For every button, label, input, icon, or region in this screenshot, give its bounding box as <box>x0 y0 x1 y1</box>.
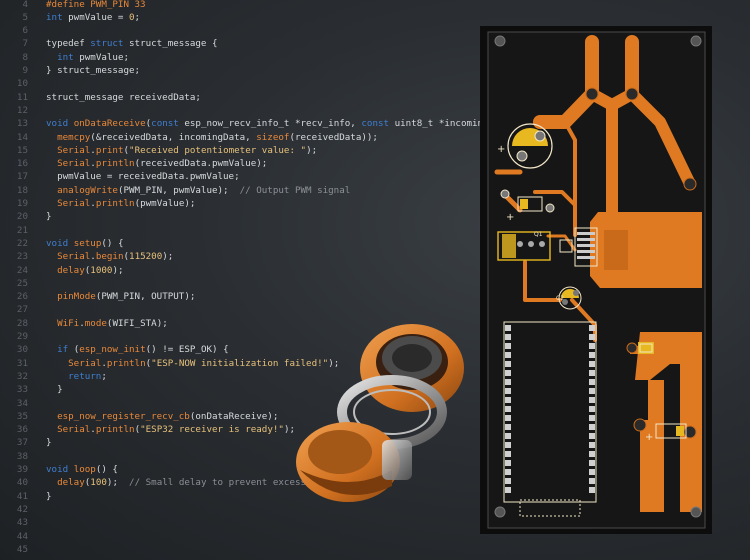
knob-top-ring <box>360 324 464 412</box>
screenshot-canvas: 4 #define PWM_PIN 33 5 int pwmValue = 0; 6 7 t… <box>0 0 750 560</box>
potentiometer-3d-render <box>296 324 464 502</box>
